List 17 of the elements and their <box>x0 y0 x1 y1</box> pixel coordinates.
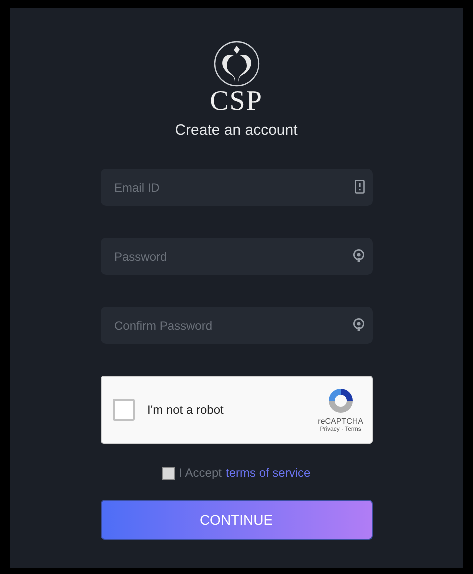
input-field[interactable]: Email ID <box>100 169 372 206</box>
captcha-label: I'm not a robot <box>148 403 225 417</box>
terms-label: I Accept <box>179 466 222 480</box>
input-field[interactable]: Password <box>100 238 372 275</box>
terms-checkbox[interactable] <box>162 466 176 480</box>
captcha-brand: reCAPTCHA <box>318 417 364 426</box>
id-card-icon <box>354 180 364 194</box>
key-icon <box>352 249 364 263</box>
input-field[interactable]: Confirm Password <box>100 307 372 344</box>
terms-link[interactable]: terms of service <box>226 466 311 480</box>
key-icon <box>352 318 364 332</box>
recaptcha-logo-icon <box>326 387 355 415</box>
logo-text: CSP <box>210 88 263 116</box>
continue-button[interactable]: CONTINUE <box>100 500 372 540</box>
logo-emblem-icon <box>212 40 260 88</box>
page-heading: Create an account <box>175 122 298 139</box>
captcha-checkbox[interactable] <box>112 399 134 421</box>
